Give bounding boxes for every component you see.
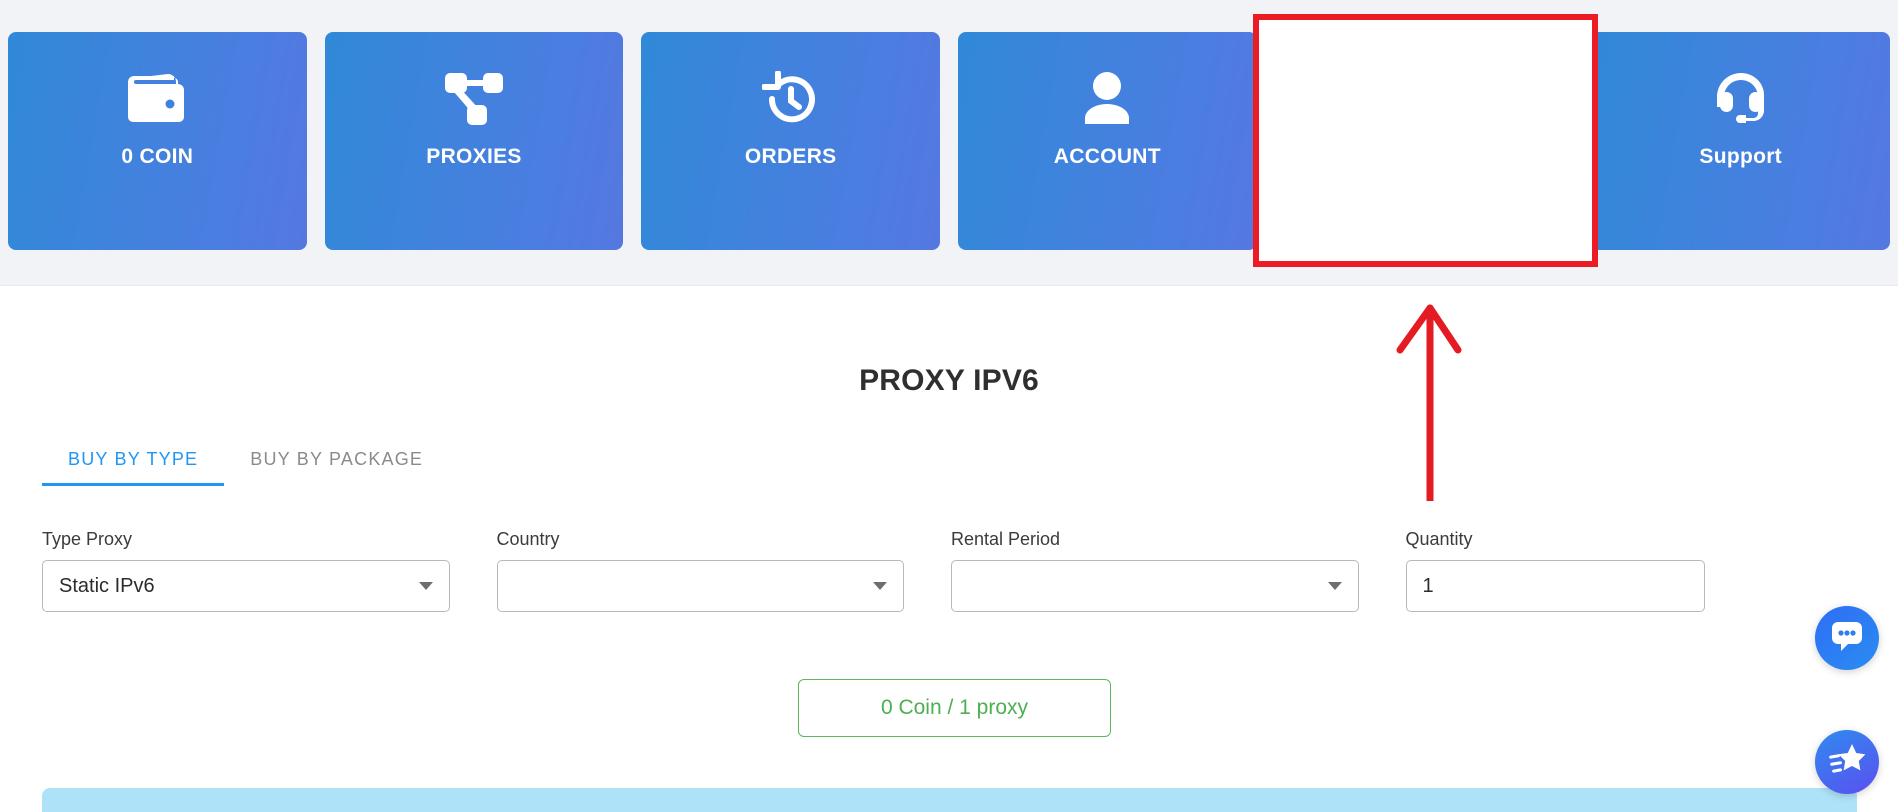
- chat-bubble-icon: [1830, 620, 1864, 657]
- field-label-country: Country: [496, 529, 560, 549]
- chat-fab-button[interactable]: [1815, 606, 1879, 670]
- page-title: PROXY IPV6: [859, 364, 1039, 397]
- type-proxy-value: Static IPv6: [59, 574, 155, 597]
- field-country: Country: [496, 529, 952, 612]
- nav-item-coin[interactable]: 0 COIN: [8, 32, 307, 250]
- user-icon: [1076, 68, 1138, 130]
- nav-item-label: 0 COIN: [121, 145, 194, 168]
- history-icon: [760, 68, 822, 130]
- nav-item-label: TOPUP: [1387, 145, 1461, 168]
- nav-item-support[interactable]: Support: [1591, 32, 1891, 250]
- nav-item-label: ORDERS: [744, 145, 837, 168]
- tab-buy-by-type[interactable]: BUY BY TYPE: [42, 449, 225, 486]
- tab-buy-by-package[interactable]: BUY BY PACKAGE: [224, 449, 449, 486]
- top-navigation-bar: 0 COIN PROXIES ORDERS ACCOUNT 100 TOPUP …: [0, 0, 1898, 285]
- network-icon: [443, 68, 505, 130]
- bottom-info-banner: [42, 788, 1857, 812]
- headset-icon: [1710, 68, 1772, 130]
- nav-item-account[interactable]: ACCOUNT: [958, 32, 1257, 250]
- quantity-input[interactable]: [1405, 560, 1705, 612]
- field-label-type-proxy: Type Proxy: [42, 529, 133, 549]
- type-proxy-select[interactable]: Static IPv6: [42, 560, 450, 612]
- nav-item-label: Support: [1699, 145, 1782, 168]
- nav-item-topup[interactable]: 100 TOPUP: [1274, 32, 1574, 250]
- tab-bar: BUY BY TYPE BUY BY PACKAGE: [42, 449, 449, 486]
- wallet-icon: [126, 68, 188, 130]
- main-content-panel: PROXY IPV6 BUY BY TYPE BUY BY PACKAGE Ty…: [0, 285, 1898, 812]
- rental-period-select[interactable]: [951, 560, 1359, 612]
- svg-text:100: 100: [1411, 93, 1438, 110]
- chevron-down-icon: [873, 582, 887, 590]
- star-fab-button[interactable]: [1815, 730, 1879, 794]
- chevron-down-icon: [1327, 582, 1342, 590]
- nav-item-label: PROXIES: [426, 145, 522, 168]
- field-label-quantity: Quantity: [1405, 529, 1473, 549]
- field-quantity: Quantity: [1405, 529, 1861, 612]
- shooting-star-icon: [1829, 743, 1866, 782]
- nav-item-orders[interactable]: ORDERS: [641, 32, 941, 250]
- chevron-down-icon: [418, 582, 433, 590]
- nav-item-label: ACCOUNT: [1053, 145, 1161, 168]
- price-summary-button[interactable]: 0 Coin / 1 proxy: [798, 679, 1111, 737]
- field-label-rental-period: Rental Period: [951, 529, 1061, 549]
- nav-item-proxies[interactable]: PROXIES: [324, 32, 624, 250]
- field-rental-period: Rental Period: [951, 529, 1406, 612]
- banknote-icon: 100: [1393, 68, 1455, 130]
- purchase-form: Type Proxy Static IPv6 Country Rental Pe…: [42, 529, 1860, 612]
- country-select[interactable]: [496, 560, 904, 612]
- field-type-proxy: Type Proxy Static IPv6: [42, 529, 497, 612]
